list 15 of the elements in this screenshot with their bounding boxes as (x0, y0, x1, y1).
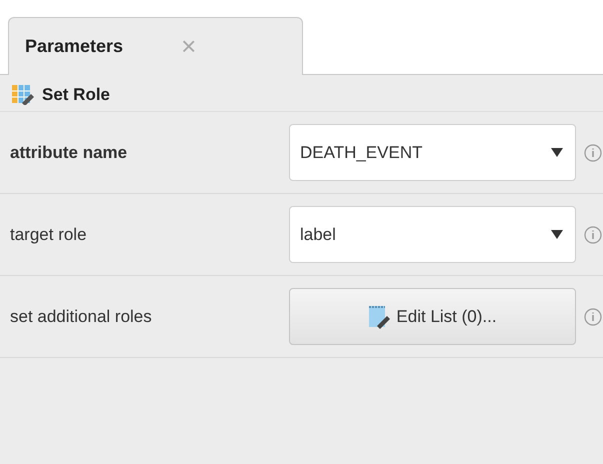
table-pencil-icon (12, 85, 34, 105)
edit-list-button[interactable]: Edit List (0)... (289, 288, 576, 345)
info-icon[interactable] (584, 144, 602, 162)
dropdown-arrow-icon (551, 148, 563, 157)
parameter-label: set additional roles (10, 306, 153, 326)
dropdown-arrow-icon (551, 230, 563, 239)
dropdown[interactable]: label (289, 206, 576, 263)
operator-name: Set Role (42, 85, 110, 105)
notepad-pencil-icon (368, 304, 390, 328)
info-icon[interactable] (584, 226, 602, 244)
parameter-label: target role (10, 224, 88, 244)
parameter-label: attribute name (10, 142, 128, 162)
parameters-tab[interactable]: Parameters × (8, 17, 303, 75)
info-icon[interactable] (584, 308, 602, 326)
dropdown[interactable]: DEATH_EVENT (289, 124, 576, 181)
